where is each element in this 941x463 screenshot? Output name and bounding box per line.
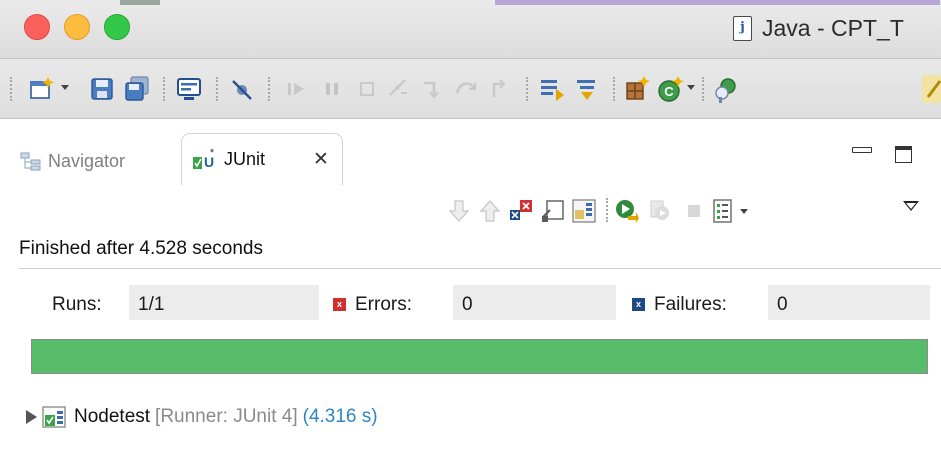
open-type-icon[interactable] <box>713 75 741 103</box>
step-over-icon[interactable] <box>452 75 480 103</box>
test-progress-bar <box>31 339 928 374</box>
title-bar: j Java - CPT_T <box>0 0 941 59</box>
minimize-window-button[interactable] <box>64 14 90 40</box>
runs-value: 1/1 <box>138 294 165 315</box>
minimize-view-button[interactable] <box>852 147 872 153</box>
run-status-text: Finished after 4.528 seconds <box>19 238 263 259</box>
open-console-icon[interactable] <box>175 75 203 103</box>
next-failure-icon[interactable] <box>446 198 472 224</box>
external-tools-icon[interactable] <box>538 75 566 103</box>
java-document-icon: j <box>733 16 752 41</box>
toolbar-separator <box>613 77 615 101</box>
tab-navigator-label: Navigator <box>48 151 126 171</box>
toolbar-separator <box>702 77 704 101</box>
failures-value: 0 <box>777 294 788 315</box>
suspend-icon[interactable] <box>318 75 346 103</box>
test-suite-ok-icon <box>42 406 66 428</box>
save-all-icon[interactable] <box>123 75 151 103</box>
stop-run-icon[interactable] <box>681 198 707 224</box>
resume-icon[interactable] <box>282 75 310 103</box>
view-tab-bar: Navigator U * JUnit ✕ <box>0 119 941 185</box>
navigator-icon <box>20 152 41 170</box>
terminate-icon[interactable] <box>353 75 381 103</box>
toolbar-separator <box>216 77 218 101</box>
errors-value-field: 0 <box>453 285 616 320</box>
new-wizard-dropdown[interactable] <box>61 85 69 90</box>
failures-value-field: 0 <box>768 285 930 320</box>
background-window-strip-right <box>495 0 940 5</box>
show-failures-only-icon[interactable] <box>508 198 534 224</box>
disconnect-icon[interactable] <box>385 75 413 103</box>
toolbar-separator <box>526 77 528 101</box>
test-run-history-dropdown[interactable] <box>740 209 748 214</box>
tab-junit-label: JUnit <box>224 148 266 169</box>
expand-arrow-icon[interactable] <box>26 410 37 424</box>
window-title: j Java - CPT_T <box>733 15 904 42</box>
runs-label: Runs: <box>52 294 102 315</box>
test-progress-fill <box>32 340 927 373</box>
view-menu-icon-inner <box>906 203 916 209</box>
step-return-icon[interactable] <box>485 75 513 103</box>
runs-value-field: 1/1 <box>129 285 319 320</box>
test-suite-time: (4.316 s) <box>302 406 378 427</box>
new-wizard-icon[interactable] <box>28 75 56 103</box>
step-into-icon[interactable] <box>418 75 446 103</box>
svg-text:*: * <box>210 147 215 159</box>
test-suite-runner: [Runner: JUnit 4] <box>155 406 298 427</box>
close-tab-icon[interactable]: ✕ <box>313 148 329 171</box>
toolbar-separator <box>163 77 165 101</box>
status-divider <box>19 268 941 269</box>
new-java-class-icon[interactable]: C <box>656 75 684 103</box>
counter-panel: Runs: 1/1 x Errors: 0 x Failures: 0 <box>0 285 941 321</box>
background-window-strip <box>120 0 160 5</box>
errors-value: 0 <box>462 294 473 315</box>
window-title-text: Java - CPT_T <box>762 15 904 41</box>
scroll-lock-icon[interactable] <box>540 198 566 224</box>
toolbar-separator <box>268 77 270 101</box>
previous-failure-icon[interactable] <box>477 198 503 224</box>
close-window-button[interactable] <box>24 14 50 40</box>
svg-text:C: C <box>664 84 674 99</box>
failure-icon: x <box>632 298 645 311</box>
test-run-history-icon[interactable] <box>710 198 736 224</box>
search-icon[interactable] <box>922 75 941 103</box>
new-java-class-dropdown[interactable] <box>687 85 695 90</box>
test-suite-name: Nodetest <box>74 406 151 427</box>
view-toolbar-separator <box>606 198 608 222</box>
show-skipped-icon[interactable] <box>571 198 597 224</box>
rerun-failed-first-icon[interactable] <box>648 198 674 224</box>
main-toolbar: C <box>0 59 941 119</box>
tab-junit[interactable]: U * JUnit ✕ <box>181 133 343 185</box>
junit-icon: U * <box>193 147 215 170</box>
toolbar-separator <box>10 77 12 101</box>
save-icon[interactable] <box>88 75 116 103</box>
maximize-view-button[interactable] <box>895 146 912 163</box>
test-tree-item[interactable]: Nodetest [Runner: JUnit 4] (4.316 s) <box>26 402 378 432</box>
failures-label: Failures: <box>654 294 727 315</box>
skip-breakpoints-icon[interactable] <box>228 75 256 103</box>
error-icon: x <box>333 298 346 311</box>
rerun-test-icon[interactable] <box>614 198 640 224</box>
use-step-filters-icon[interactable] <box>573 75 601 103</box>
tab-navigator[interactable]: Navigator <box>20 151 125 172</box>
zoom-window-button[interactable] <box>104 14 130 40</box>
errors-label: Errors: <box>355 294 412 315</box>
new-java-package-icon[interactable] <box>623 75 651 103</box>
